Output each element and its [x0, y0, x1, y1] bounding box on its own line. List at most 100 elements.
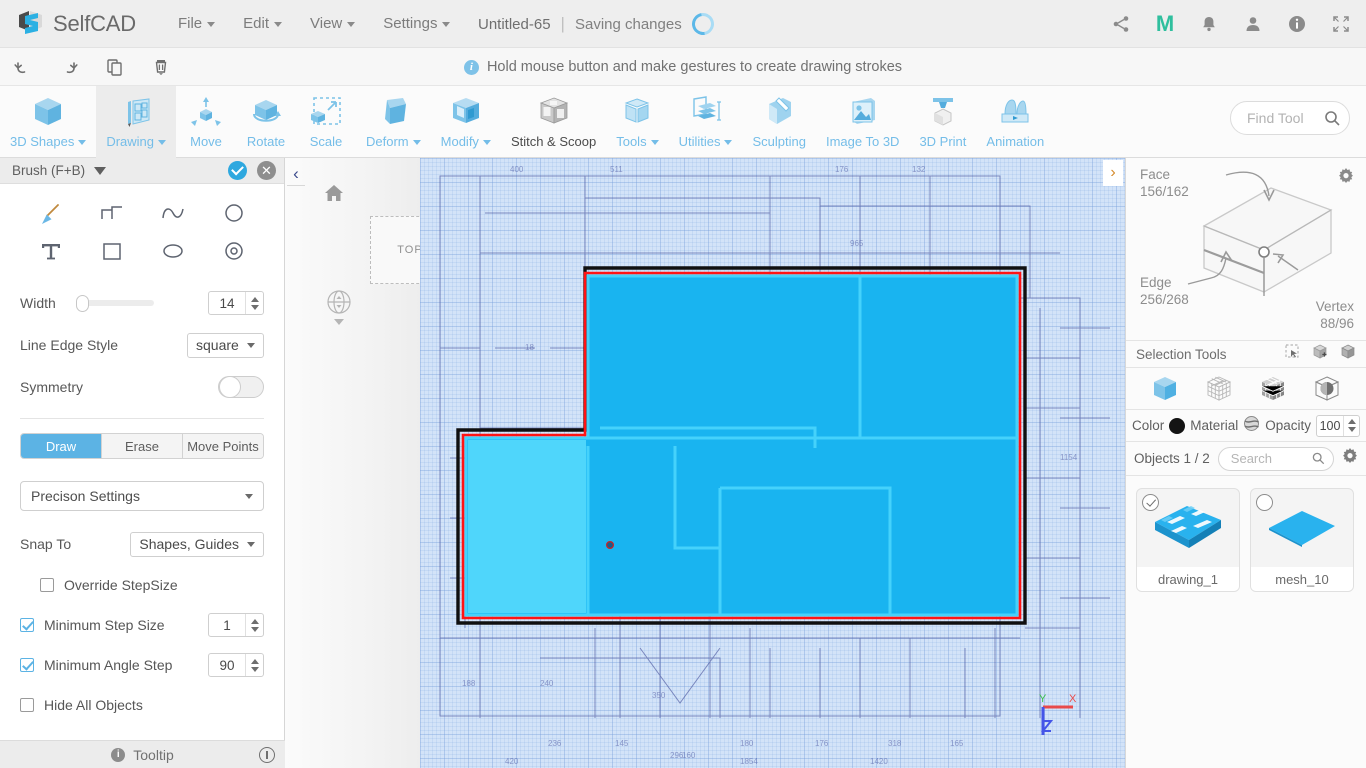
orbit-gizmo-icon[interactable]: [323, 286, 355, 333]
ribbon-tool-sculpting-label: Sculpting: [752, 134, 806, 149]
3d-viewport[interactable]: ‹ TOP 400 511 176 132 965 1154 18 188 24…: [285, 158, 1125, 768]
ribbon-tool-tools[interactable]: Tools: [606, 86, 668, 158]
minimum-angle-step-checkbox[interactable]: [20, 658, 34, 672]
svg-text:132: 132: [912, 165, 926, 174]
ribbon-tool-scale[interactable]: Scale: [296, 86, 356, 158]
ribbon-tool-animation[interactable]: Animation: [976, 86, 1054, 158]
tools-icon: [617, 92, 657, 132]
menu-item-settings[interactable]: Settings: [369, 11, 464, 36]
objects-gear-icon[interactable]: [1342, 448, 1358, 469]
minimum-step-size-input[interactable]: [208, 613, 264, 637]
minimum-step-size-value[interactable]: [209, 617, 245, 633]
mode-move-points-button[interactable]: Move Points: [183, 434, 263, 458]
subtract-select-icon[interactable]: [1340, 344, 1356, 365]
object-select-checkbox[interactable]: [1256, 494, 1273, 511]
donut-tool-icon[interactable]: [203, 236, 264, 268]
menu-item-view[interactable]: View: [296, 11, 369, 36]
info-icon[interactable]: [1286, 13, 1308, 35]
apply-button[interactable]: [228, 161, 247, 180]
ribbon-tool-modify[interactable]: Modify: [431, 86, 501, 158]
home-icon[interactable]: [323, 182, 345, 209]
chevron-right-icon[interactable]: ›: [1103, 160, 1123, 186]
polyline-tool-icon[interactable]: [81, 198, 142, 230]
axis-label-y: Y: [1039, 693, 1047, 705]
precision-settings-select[interactable]: Precison Settings: [20, 481, 264, 511]
hide-all-objects-checkbox[interactable]: [20, 698, 34, 712]
ribbon-tool-move[interactable]: Move: [176, 86, 236, 158]
document-title[interactable]: Untitled-65: [478, 16, 551, 33]
ribbon-tool-deform[interactable]: Deform: [356, 86, 431, 158]
objects-search-input[interactable]: Search: [1217, 446, 1334, 471]
animation-icon: [995, 92, 1035, 132]
menu-item-edit[interactable]: Edit: [229, 11, 296, 36]
vertex-count: Vertex 88/96: [1316, 298, 1354, 332]
ribbon-tool-utilities[interactable]: Utilities: [669, 86, 743, 158]
face-mode-icon[interactable]: [1309, 371, 1345, 407]
edge-mode-icon[interactable]: [1255, 371, 1291, 407]
opacity-input[interactable]: [1316, 414, 1360, 437]
width-slider-knob[interactable]: [75, 295, 89, 312]
main-ribbon-toolbar: 3D Shapes Drawing Move Rotate Scale Defo…: [0, 86, 1366, 158]
vertex-mode-icon[interactable]: [1201, 371, 1237, 407]
brush-tool-icon[interactable]: [20, 198, 81, 230]
fullscreen-icon[interactable]: [1330, 13, 1352, 35]
width-stepper[interactable]: [245, 292, 263, 314]
add-select-icon[interactable]: [1312, 344, 1328, 365]
mindesk-logo-icon[interactable]: M: [1154, 13, 1176, 35]
color-swatch[interactable]: [1169, 417, 1186, 434]
minimum-step-size-stepper[interactable]: [245, 614, 263, 636]
object-select-checkbox[interactable]: [1142, 494, 1159, 511]
ellipse-tool-icon[interactable]: [142, 236, 203, 268]
document-title-area: Untitled-65 | Saving changes: [478, 0, 719, 48]
minimum-angle-step-stepper[interactable]: [245, 654, 263, 676]
cancel-button[interactable]: ✕: [257, 161, 276, 180]
curve-tool-icon[interactable]: [142, 198, 203, 230]
ribbon-tool-image-to-3d[interactable]: Image To 3D: [816, 86, 909, 158]
ribbon-tool-stitch-and-scoop[interactable]: Stitch & Scoop: [501, 86, 606, 158]
minimum-angle-step-input[interactable]: [208, 653, 264, 677]
snap-to-label: Snap To: [20, 536, 72, 552]
ribbon-tool-3d-shapes[interactable]: 3D Shapes: [0, 86, 96, 158]
object-mode-icon[interactable]: [1147, 371, 1183, 407]
width-value[interactable]: [209, 295, 245, 311]
find-tool-search[interactable]: Find Tool: [1230, 101, 1350, 135]
copy-button[interactable]: [92, 48, 138, 86]
blueprint-canvas[interactable]: 400511 176132 9651154 1837624 188240 272…: [420, 158, 1125, 768]
width-number-input[interactable]: [208, 291, 264, 315]
rect-select-icon[interactable]: [1285, 344, 1300, 364]
undo-button[interactable]: [0, 48, 46, 86]
object-card-drawing-1[interactable]: drawing_1: [1136, 488, 1240, 592]
ribbon-tool-3d-print[interactable]: 3D Print: [909, 86, 976, 158]
notifications-bell-icon[interactable]: [1198, 13, 1220, 35]
object-card-mesh-10[interactable]: mesh_10: [1250, 488, 1354, 592]
user-account-icon[interactable]: [1242, 13, 1264, 35]
ribbon-tool-rotate[interactable]: Rotate: [236, 86, 296, 158]
ribbon-tool-drawing[interactable]: Drawing: [96, 86, 177, 158]
svg-text:965: 965: [850, 239, 864, 248]
panel-collapse-triangle-icon[interactable]: [94, 166, 107, 175]
line-edge-style-select[interactable]: square: [187, 332, 264, 358]
minimum-angle-step-value[interactable]: [209, 657, 245, 673]
material-icon[interactable]: [1243, 415, 1260, 437]
rectangle-tool-icon[interactable]: [81, 236, 142, 268]
menu-item-file[interactable]: File: [164, 11, 229, 36]
snap-to-select[interactable]: Shapes, Guides: [130, 531, 264, 557]
circle-tool-icon[interactable]: [203, 198, 264, 230]
width-slider[interactable]: [75, 295, 154, 312]
redo-button[interactable]: [46, 48, 92, 86]
mode-draw-button[interactable]: Draw: [21, 434, 102, 458]
symmetry-toggle[interactable]: [218, 376, 264, 398]
text-tool-icon[interactable]: [20, 236, 81, 268]
ribbon-tool-sculpting[interactable]: Sculpting: [742, 86, 815, 158]
ribbon-tool-modify-label: Modify: [440, 134, 479, 149]
override-stepsize-checkbox[interactable]: [40, 578, 54, 592]
opacity-value[interactable]: [1317, 418, 1343, 433]
tooltip-power-icon[interactable]: [259, 746, 275, 763]
minimum-step-size-checkbox[interactable]: [20, 618, 34, 632]
search-icon: [1325, 110, 1340, 126]
share-icon[interactable]: [1110, 13, 1132, 35]
chevron-left-icon[interactable]: ‹: [287, 162, 305, 186]
opacity-stepper[interactable]: [1343, 415, 1359, 436]
delete-button[interactable]: [138, 48, 184, 86]
mode-erase-button[interactable]: Erase: [102, 434, 183, 458]
